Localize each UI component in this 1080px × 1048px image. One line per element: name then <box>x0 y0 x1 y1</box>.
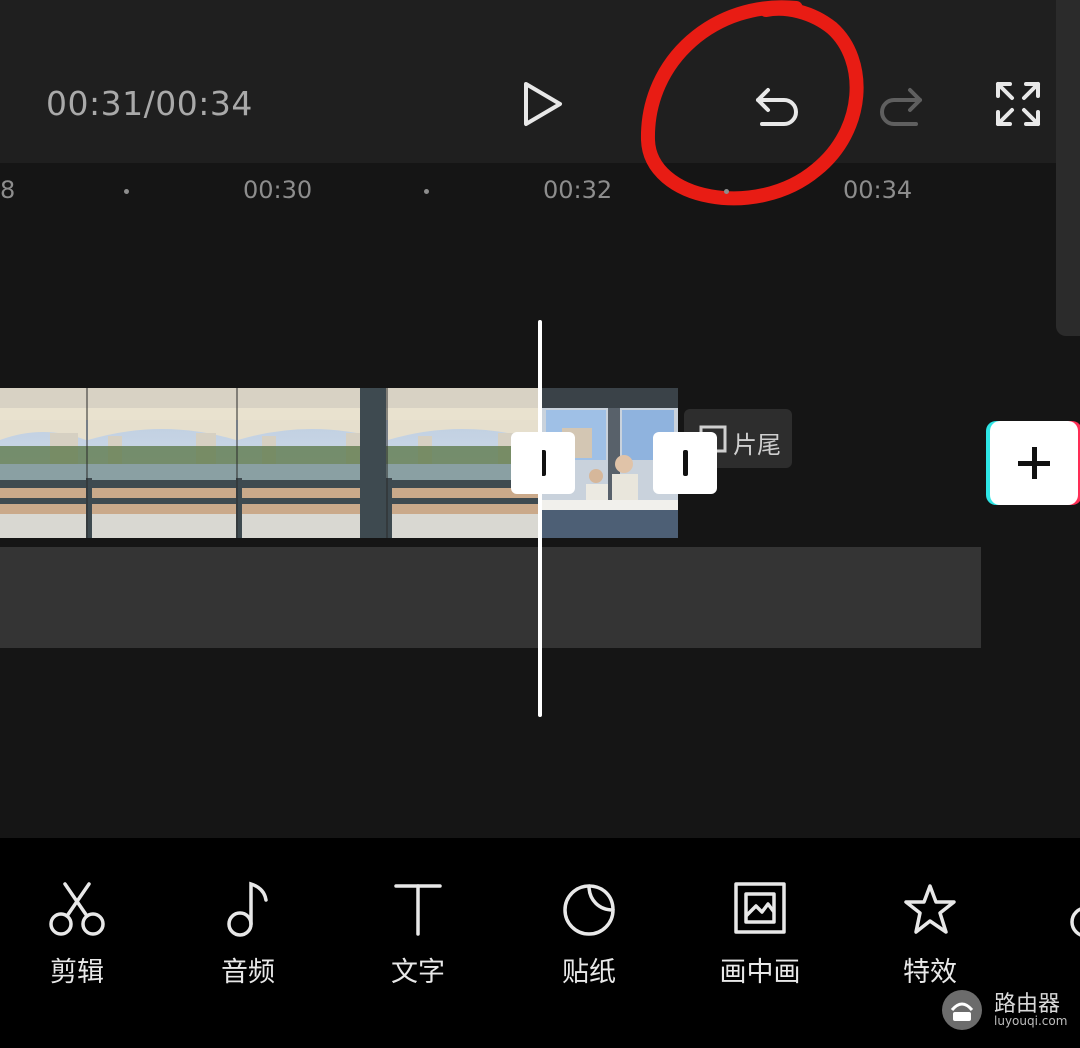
tool-effects[interactable]: 特效 <box>870 880 990 989</box>
music-note-icon <box>227 881 268 937</box>
sticker-icon <box>563 884 615 936</box>
tool-edit[interactable]: 剪辑 <box>17 880 137 989</box>
bridge-thumbnail <box>0 388 538 538</box>
picture-in-picture-icon <box>734 882 786 934</box>
text-icon <box>394 884 442 936</box>
tool-text[interactable]: 文字 <box>358 880 478 989</box>
playback-time: 00:31/00:34 <box>46 84 253 123</box>
scissors-icon <box>49 882 105 936</box>
tool-label: 剪辑 <box>50 957 104 988</box>
tool-sticker[interactable]: 贴纸 <box>529 880 649 989</box>
redo-icon[interactable] <box>874 82 924 128</box>
tool-label: 贴纸 <box>562 957 616 988</box>
ruler-tick: 00:30 <box>243 176 313 204</box>
fullscreen-icon[interactable] <box>994 80 1042 128</box>
trim-handle-right[interactable] <box>653 432 717 494</box>
playhead[interactable] <box>538 320 542 717</box>
video-clip[interactable] <box>0 388 538 538</box>
effects-star-icon <box>904 884 956 934</box>
play-icon[interactable] <box>520 80 566 128</box>
tool-label: 音频 <box>221 957 275 988</box>
ending-label: 片尾 <box>733 431 781 459</box>
timeline-ruler <box>0 163 1080 223</box>
router-logo-icon <box>942 990 982 1030</box>
ruler-dot <box>424 189 429 194</box>
ruler-dot <box>124 189 129 194</box>
ruler-tick: 00:34 <box>843 176 913 204</box>
ruler-tick: 00:32 <box>543 176 613 204</box>
more-tool-icon[interactable] <box>1068 902 1080 942</box>
tool-label: 文字 <box>391 957 445 988</box>
trim-handle-left[interactable] <box>511 432 575 494</box>
watermark-url: luyouqi.com <box>994 1014 1068 1028</box>
ruler-dot <box>724 189 729 194</box>
tool-picture-in-picture[interactable]: 画中画 <box>700 880 820 989</box>
audio-track[interactable] <box>0 547 981 648</box>
add-clip-button[interactable] <box>990 421 1078 505</box>
tool-label: 画中画 <box>719 957 801 988</box>
ruler-tick: 8 <box>0 176 16 204</box>
clip-thumbnails <box>0 388 538 538</box>
tool-audio[interactable]: 音频 <box>188 880 308 989</box>
